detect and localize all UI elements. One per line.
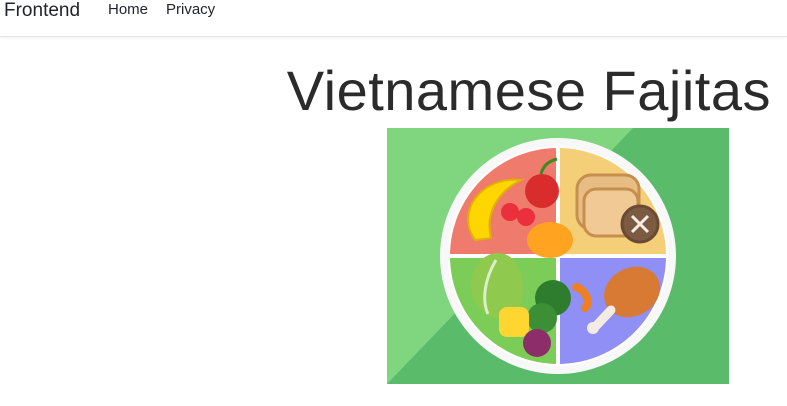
navbar-brand[interactable]: Frontend [4, 0, 80, 23]
apple-icon [525, 174, 559, 208]
beet-icon [523, 329, 551, 357]
mango-icon [527, 222, 573, 258]
strawberry-icon [517, 208, 535, 226]
strawberry-icon [501, 203, 519, 221]
pepper-icon [499, 307, 529, 337]
food-plate-icon [387, 128, 729, 384]
top-navbar: Frontend Home Privacy [0, 0, 787, 37]
recipe-title: Vietnamese Fajitas [286, 59, 771, 122]
broccoli-icon [527, 303, 557, 333]
nav-link-home[interactable]: Home [108, 0, 148, 20]
recipe-image [387, 128, 729, 384]
chicken-bone-end-icon [587, 322, 599, 334]
nav-link-privacy[interactable]: Privacy [166, 0, 215, 20]
